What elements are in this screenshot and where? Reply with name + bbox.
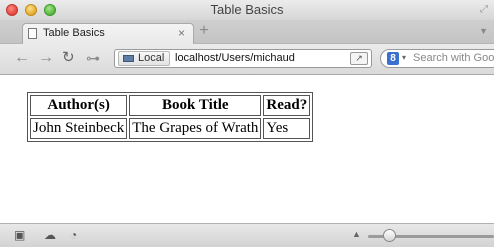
table-cell-author: John Steinbeck: [30, 118, 128, 139]
back-button[interactable]: ←: [14, 50, 30, 66]
zoom-out-icon[interactable]: ▲: [352, 229, 361, 239]
url-bar[interactable]: Local localhost/Users/michaud ↗: [114, 49, 372, 68]
tab-table-basics[interactable]: Table Basics ×: [22, 23, 194, 45]
panel-icon[interactable]: ▣: [14, 229, 25, 241]
forward-button[interactable]: →: [38, 50, 54, 66]
chevron-down-icon[interactable]: ▾: [402, 53, 406, 62]
tab-close-icon[interactable]: ×: [178, 26, 185, 40]
page-content: Author(s) Book Title Read? John Steinbec…: [0, 75, 494, 223]
chevron-down-icon[interactable]: ▼: [479, 26, 488, 36]
search-input[interactable]: Search with Google: [413, 52, 494, 64]
zoom-slider-thumb[interactable]: [383, 229, 396, 242]
table-cell-book-title: The Grapes of Wrath: [129, 118, 262, 139]
new-tab-button[interactable]: +: [196, 23, 212, 39]
window-title: Table Basics: [210, 2, 284, 17]
column-header-authors: Author(s): [30, 95, 128, 116]
tab-strip: Table Basics × + ▼: [0, 20, 494, 45]
column-header-read: Read?: [263, 95, 311, 116]
identity-badge[interactable]: Local: [118, 51, 171, 66]
table-header-row: Author(s) Book Title Read?: [30, 95, 311, 116]
tab-title: Table Basics: [43, 27, 105, 39]
url-text[interactable]: localhost/Users/michaud: [175, 52, 345, 64]
navigation-toolbar: ← → ↻ ⊶ Local localhost/Users/michaud ↗ …: [0, 44, 494, 75]
books-table: Author(s) Book Title Read? John Steinbec…: [27, 92, 314, 142]
key-icon[interactable]: ⊶: [86, 50, 100, 66]
reload-button[interactable]: ↻: [62, 50, 75, 66]
table-row: John Steinbeck The Grapes of Wrath Yes: [30, 118, 311, 139]
cloud-icon[interactable]: ☁: [44, 229, 56, 241]
monitor-icon: [123, 55, 134, 62]
status-bar: ▣ ☁ ◔ ▲: [0, 223, 494, 247]
document-icon: [28, 28, 37, 39]
gauge-icon[interactable]: ◔: [70, 229, 77, 241]
title-bar: Table Basics ⤢: [0, 0, 494, 20]
browser-window: Table Basics ⤢ Table Basics × + ▼ ← → ↻ …: [0, 0, 494, 247]
search-bar[interactable]: 8 ▾ Search with Google: [380, 49, 494, 68]
share-icon[interactable]: ↗: [350, 52, 368, 65]
search-engine-icon[interactable]: 8: [387, 52, 399, 65]
table-cell-read: Yes: [263, 118, 311, 139]
fullscreen-icon[interactable]: ⤢: [480, 4, 488, 15]
identity-badge-label: Local: [138, 52, 165, 64]
column-header-book-title: Book Title: [129, 95, 262, 116]
